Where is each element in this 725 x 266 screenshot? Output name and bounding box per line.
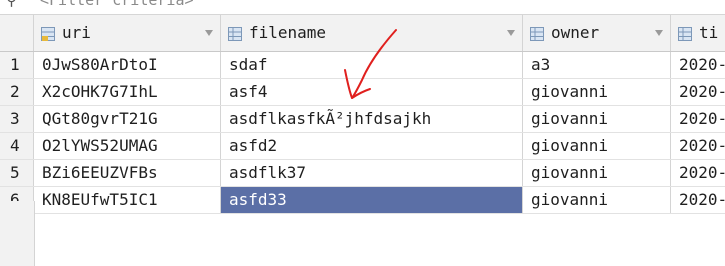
cell-uri[interactable]: BZi6EEUZVFBs (34, 160, 221, 186)
sort-icon[interactable] (655, 30, 663, 36)
grid-empty-area (0, 201, 725, 266)
cell-time[interactable]: 2020- (671, 160, 725, 186)
sort-icon[interactable] (507, 30, 515, 36)
column-table-icon (530, 27, 544, 41)
column-label: uri (62, 23, 91, 42)
cell-owner[interactable]: a3 (523, 52, 671, 78)
cell-uri[interactable]: O2lYWS52UMAG (34, 133, 221, 159)
table-row[interactable]: 1 0JwS80ArDtoI sdaf a3 2020- (0, 52, 725, 79)
row-number-gutter (0, 201, 35, 266)
column-table-icon (678, 27, 692, 41)
filter-bar[interactable]: ⚲ <Filter criteria> (0, 0, 725, 15)
filter-icon: ⚲ (6, 0, 17, 9)
cell-time[interactable]: 2020- (671, 79, 725, 105)
column-table-icon (228, 27, 242, 41)
cell-time[interactable]: 2020- (671, 133, 725, 159)
cell-uri[interactable]: QGt80gvrT21G (34, 106, 221, 132)
cell-filename[interactable]: asdflkasfkÃ²jhfdsajkh (221, 106, 523, 132)
cell-time[interactable]: 2020- (671, 52, 725, 78)
column-header-time[interactable]: ti (671, 15, 725, 51)
cell-filename[interactable]: asfd2 (221, 133, 523, 159)
cell-time[interactable]: 2020- (671, 106, 725, 132)
column-label: ti (699, 23, 719, 42)
filter-input[interactable]: <Filter criteria> (40, 0, 194, 9)
cell-uri[interactable]: X2cOHK7G7IhL (34, 79, 221, 105)
row-number[interactable]: 4 (0, 133, 34, 159)
column-label: filename (249, 23, 327, 42)
column-header-uri[interactable]: uri (34, 15, 221, 51)
table-row[interactable]: 3 QGt80gvrT21G asdflkasfkÃ²jhfdsajkh gio… (0, 106, 725, 133)
cell-owner[interactable]: giovanni (523, 79, 671, 105)
column-header-owner[interactable]: owner (523, 15, 671, 51)
cell-filename[interactable]: sdaf (221, 52, 523, 78)
row-number-header (0, 15, 34, 51)
row-number[interactable]: 3 (0, 106, 34, 132)
cell-owner[interactable]: giovanni (523, 106, 671, 132)
row-number[interactable]: 2 (0, 79, 34, 105)
table-row[interactable]: 4 O2lYWS52UMAG asfd2 giovanni 2020- (0, 133, 725, 160)
table-row[interactable]: 5 BZi6EEUZVFBs asdflk37 giovanni 2020- (0, 160, 725, 187)
cell-filename[interactable]: asf4 (221, 79, 523, 105)
cell-owner[interactable]: giovanni (523, 160, 671, 186)
table-row[interactable]: 2 X2cOHK7G7IhL asf4 giovanni 2020- (0, 79, 725, 106)
cell-uri[interactable]: 0JwS80ArDtoI (34, 52, 221, 78)
cell-owner[interactable]: giovanni (523, 133, 671, 159)
cell-filename[interactable]: asdflk37 (221, 160, 523, 186)
header-row: uri filename owner ti (0, 15, 725, 52)
column-key-icon (41, 27, 55, 41)
column-label: owner (551, 23, 600, 42)
row-number[interactable]: 5 (0, 160, 34, 186)
sort-icon[interactable] (205, 30, 213, 36)
row-number[interactable]: 1 (0, 52, 34, 78)
column-header-filename[interactable]: filename (221, 15, 523, 51)
